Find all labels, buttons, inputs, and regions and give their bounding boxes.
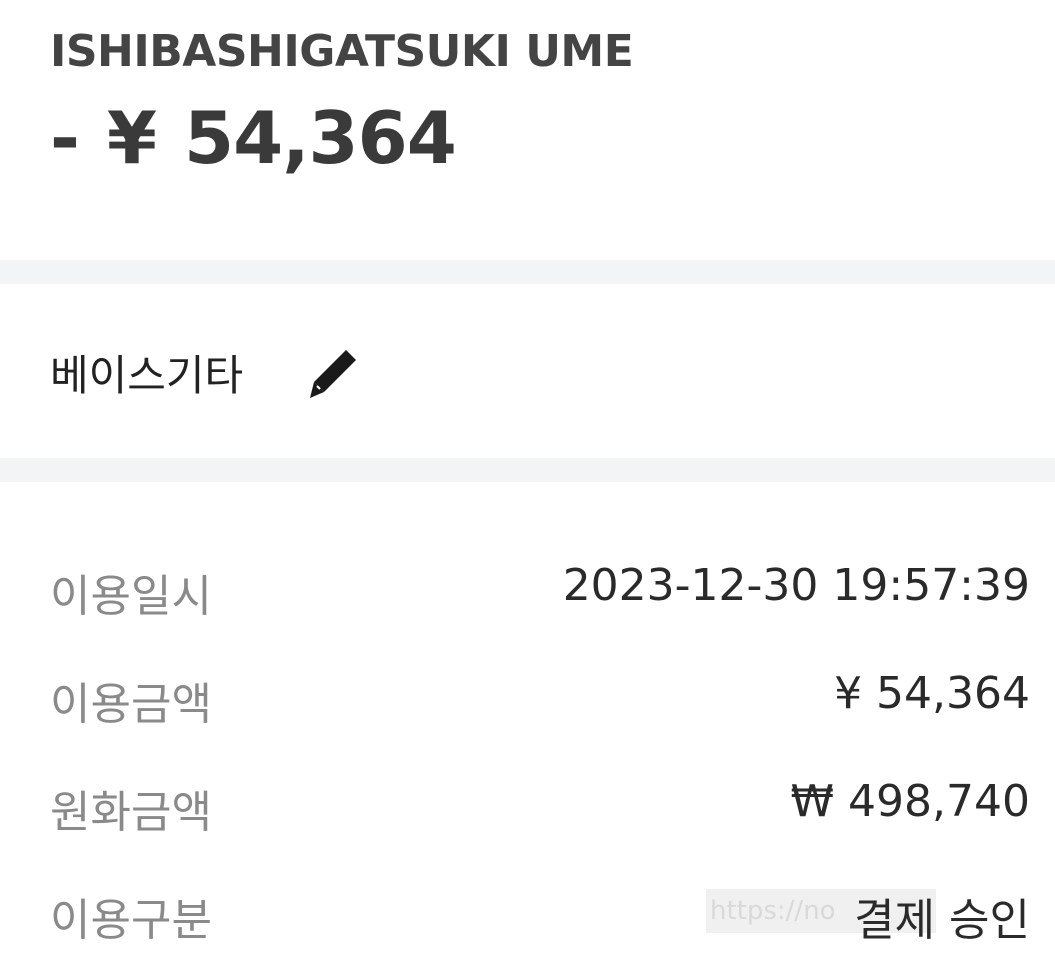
amount-sign: - <box>50 96 80 180</box>
detail-row-amount: 이용금액 ¥ 54,364 <box>50 668 1030 730</box>
memo-section[interactable]: 베이스기타 <box>0 284 1055 458</box>
detail-row-krw-amount: 원화금액 ₩ 498,740 <box>50 776 1030 838</box>
detail-value: 2023-12-30 19:57:39 <box>562 560 1030 611</box>
detail-label: 이용금액 <box>50 679 212 730</box>
detail-label: 이용일시 <box>50 571 212 622</box>
detail-value: 결제 승인 <box>854 895 1030 946</box>
transaction-amount: - ¥54,364 <box>50 96 457 180</box>
detail-label: 원화금액 <box>50 787 212 838</box>
merchant-name: ISHIBASHIGATSUKI UME <box>50 26 634 77</box>
detail-label: 이용구분 <box>50 895 212 946</box>
section-divider <box>0 458 1055 482</box>
detail-value: ¥ 54,364 <box>834 668 1030 719</box>
amount-value: 54,364 <box>184 96 457 180</box>
transaction-header: ISHIBASHIGATSUKI UME - ¥54,364 <box>0 0 1055 260</box>
pencil-icon[interactable] <box>306 346 360 400</box>
amount-currency: ¥ <box>106 96 157 180</box>
memo-text: 베이스기타 <box>50 351 244 400</box>
detail-value: ₩ 498,740 <box>790 776 1030 827</box>
detail-row-type: 이용구분 결제 승인 <box>50 884 1030 946</box>
section-divider <box>0 260 1055 284</box>
detail-row-datetime: 이용일시 2023-12-30 19:57:39 <box>50 560 1030 622</box>
